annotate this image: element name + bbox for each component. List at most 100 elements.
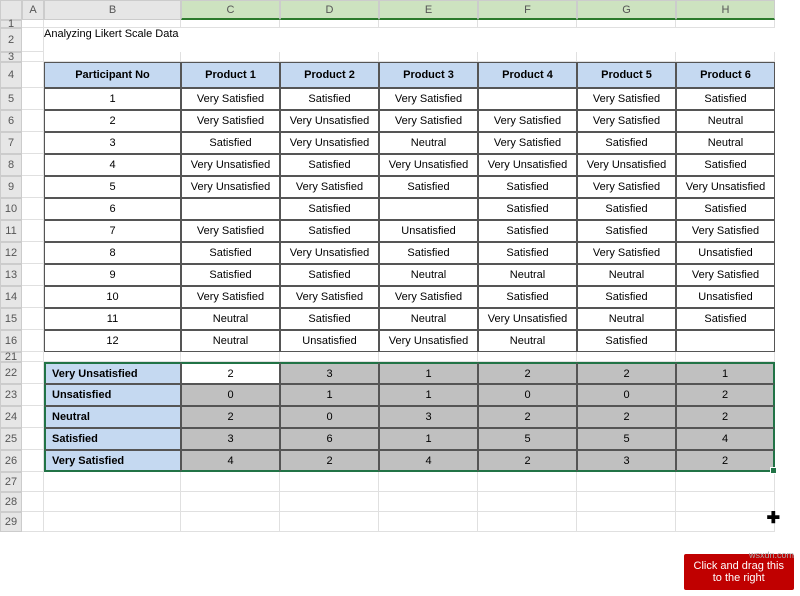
table-cell[interactable]: Satisfied xyxy=(280,88,379,110)
cell[interactable] xyxy=(22,264,44,286)
row-hdr-2[interactable]: 2 xyxy=(0,28,22,52)
table-cell[interactable]: Neutral xyxy=(181,330,280,352)
cell[interactable] xyxy=(676,352,775,362)
col-hdr-B[interactable]: B xyxy=(44,0,181,20)
table-cell[interactable]: Very Unsatisfied xyxy=(379,330,478,352)
col-hdr-C[interactable]: C xyxy=(181,0,280,20)
summary-label[interactable]: Unsatisfied xyxy=(44,384,181,406)
cell[interactable] xyxy=(577,352,676,362)
cell[interactable] xyxy=(44,352,181,362)
summary-label[interactable]: Very Unsatisfied xyxy=(44,362,181,384)
summary-cell[interactable]: 2 xyxy=(478,406,577,428)
table-cell[interactable]: 6 xyxy=(44,198,181,220)
cell[interactable] xyxy=(22,20,44,28)
row-hdr-9[interactable]: 9 xyxy=(0,176,22,198)
col-hdr-G[interactable]: G xyxy=(577,0,676,20)
summary-cell[interactable]: 1 xyxy=(280,384,379,406)
cell[interactable] xyxy=(676,472,775,492)
cell[interactable] xyxy=(181,52,280,62)
table-cell[interactable]: 11 xyxy=(44,308,181,330)
cell[interactable] xyxy=(22,286,44,308)
cell[interactable] xyxy=(181,472,280,492)
table-cell[interactable]: 12 xyxy=(44,330,181,352)
table-cell[interactable]: Very Satisfied xyxy=(478,132,577,154)
table-cell[interactable]: Very Satisfied xyxy=(577,110,676,132)
cell[interactable] xyxy=(478,472,577,492)
table-cell[interactable]: Satisfied xyxy=(577,220,676,242)
cell[interactable] xyxy=(478,352,577,362)
table-cell[interactable]: Satisfied xyxy=(577,286,676,308)
table-cell[interactable]: Very Unsatisfied xyxy=(181,154,280,176)
summary-cell[interactable]: 3 xyxy=(181,428,280,450)
table-cell[interactable]: Satisfied xyxy=(280,154,379,176)
cell[interactable] xyxy=(280,20,379,28)
table-cell[interactable]: Satisfied xyxy=(379,242,478,264)
row-hdr-26[interactable]: 26 xyxy=(0,450,22,472)
summary-cell[interactable]: 0 xyxy=(181,384,280,406)
row-hdr-14[interactable]: 14 xyxy=(0,286,22,308)
summary-label[interactable]: Satisfied xyxy=(44,428,181,450)
cell[interactable] xyxy=(577,472,676,492)
row-hdr-3[interactable]: 3 xyxy=(0,52,22,62)
table-cell[interactable]: Very Satisfied xyxy=(676,264,775,286)
cell[interactable] xyxy=(22,308,44,330)
table-cell[interactable]: Neutral xyxy=(478,264,577,286)
table-cell[interactable]: 9 xyxy=(44,264,181,286)
summary-cell[interactable]: 4 xyxy=(379,450,478,472)
cell[interactable] xyxy=(478,20,577,28)
summary-cell[interactable]: 2 xyxy=(676,406,775,428)
cell[interactable] xyxy=(22,198,44,220)
table-cell[interactable]: Neutral xyxy=(676,132,775,154)
cell[interactable] xyxy=(577,492,676,512)
table-cell[interactable]: Satisfied xyxy=(577,198,676,220)
row-hdr-15[interactable]: 15 xyxy=(0,308,22,330)
row-hdr-24[interactable]: 24 xyxy=(0,406,22,428)
row-hdr-7[interactable]: 7 xyxy=(0,132,22,154)
cell[interactable] xyxy=(379,52,478,62)
cell[interactable] xyxy=(22,242,44,264)
summary-cell[interactable]: 1 xyxy=(676,362,775,384)
table-cell[interactable]: Very Satisfied xyxy=(577,242,676,264)
row-hdr-22[interactable]: 22 xyxy=(0,362,22,384)
table-cell[interactable]: Satisfied xyxy=(676,88,775,110)
cell[interactable] xyxy=(22,110,44,132)
cell[interactable] xyxy=(22,330,44,352)
cell[interactable] xyxy=(478,52,577,62)
summary-cell[interactable]: 3 xyxy=(379,406,478,428)
table-cell[interactable]: Very Satisfied xyxy=(379,110,478,132)
table-cell[interactable]: Unsatisfied xyxy=(676,242,775,264)
summary-cell[interactable]: 1 xyxy=(379,384,478,406)
table-cell[interactable]: Very Satisfied xyxy=(478,110,577,132)
cell[interactable] xyxy=(676,512,775,532)
summary-cell[interactable]: 4 xyxy=(676,428,775,450)
summary-cell[interactable]: 2 xyxy=(676,384,775,406)
row-hdr-1[interactable]: 1 xyxy=(0,20,22,28)
table-cell[interactable]: Very Unsatisfied xyxy=(676,176,775,198)
summary-cell[interactable]: 1 xyxy=(379,362,478,384)
table-cell[interactable]: Satisfied xyxy=(676,308,775,330)
table-cell[interactable] xyxy=(478,88,577,110)
cell[interactable] xyxy=(22,450,44,472)
cell[interactable] xyxy=(577,512,676,532)
summary-cell[interactable]: 5 xyxy=(478,428,577,450)
table-cell[interactable]: 4 xyxy=(44,154,181,176)
col-hdr-A[interactable]: A xyxy=(22,0,44,20)
table-cell[interactable] xyxy=(181,198,280,220)
summary-cell[interactable]: 2 xyxy=(676,450,775,472)
cell[interactable] xyxy=(22,362,44,384)
summary-cell[interactable]: 6 xyxy=(280,428,379,450)
cell[interactable] xyxy=(22,384,44,406)
table-cell[interactable]: Very Unsatisfied xyxy=(280,132,379,154)
summary-cell[interactable]: 2 xyxy=(280,450,379,472)
table-cell[interactable]: Very Satisfied xyxy=(379,88,478,110)
row-hdr-13[interactable]: 13 xyxy=(0,264,22,286)
table-cell[interactable]: Neutral xyxy=(577,264,676,286)
cell[interactable] xyxy=(22,88,44,110)
row-hdr-8[interactable]: 8 xyxy=(0,154,22,176)
table-cell[interactable]: Satisfied xyxy=(181,242,280,264)
summary-cell[interactable]: 5 xyxy=(577,428,676,450)
table-cell[interactable]: Satisfied xyxy=(181,264,280,286)
table-cell[interactable]: Neutral xyxy=(478,330,577,352)
table-cell[interactable]: Very Satisfied xyxy=(577,176,676,198)
table-cell[interactable]: Satisfied xyxy=(280,308,379,330)
